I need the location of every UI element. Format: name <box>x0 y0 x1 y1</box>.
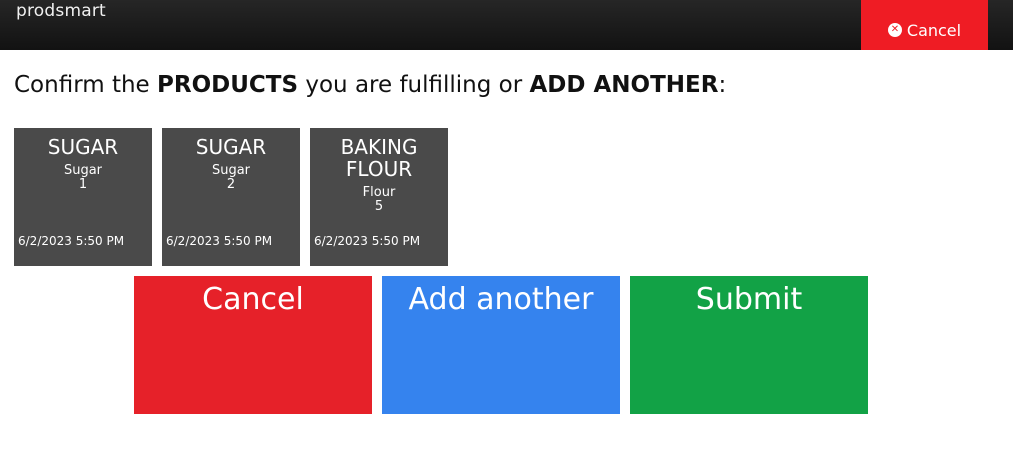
brand-logo: prodsmart <box>16 1 106 21</box>
product-quantity: 1 <box>78 177 88 192</box>
top-bar: prodsmart ✕ Cancel <box>0 0 1013 50</box>
page-prompt: Confirm the PRODUCTS you are fulfilling … <box>14 72 726 98</box>
product-category: Flour <box>362 185 396 200</box>
product-category: Sugar <box>63 163 103 178</box>
prompt-text-2: you are fulfilling or <box>298 72 530 98</box>
product-date: 6/2/2023 5:50 PM <box>18 234 125 248</box>
product-date: 6/2/2023 5:50 PM <box>314 234 421 248</box>
product-quantity: 2 <box>226 177 236 192</box>
product-category: Sugar <box>211 163 251 178</box>
prompt-text-3: : <box>718 72 727 98</box>
cancel-button[interactable]: Cancel <box>134 276 372 414</box>
header-cancel-label: Cancel <box>906 21 962 40</box>
times-circle-icon: ✕ <box>887 23 902 37</box>
product-tile[interactable]: SUGAR Sugar 2 6/2/2023 5:50 PM <box>162 128 300 266</box>
product-tile[interactable]: SUGAR Sugar 1 6/2/2023 5:50 PM <box>14 128 152 266</box>
prompt-add-another: ADD ANOTHER <box>529 72 719 98</box>
product-tile[interactable]: BAKING FLOUR Flour 5 6/2/2023 5:50 PM <box>310 128 448 266</box>
submit-button[interactable]: Submit <box>630 276 868 414</box>
add-another-button[interactable]: Add another <box>382 276 620 414</box>
header-cancel-button[interactable]: ✕ Cancel <box>861 0 988 50</box>
product-name: BAKING FLOUR <box>340 135 418 181</box>
prompt-text-1: Confirm the <box>14 72 158 98</box>
product-name: SUGAR <box>195 135 267 159</box>
prompt-products: PRODUCTS <box>157 72 299 98</box>
product-name: SUGAR <box>47 135 119 159</box>
product-quantity: 5 <box>374 199 384 214</box>
product-date: 6/2/2023 5:50 PM <box>166 234 273 248</box>
